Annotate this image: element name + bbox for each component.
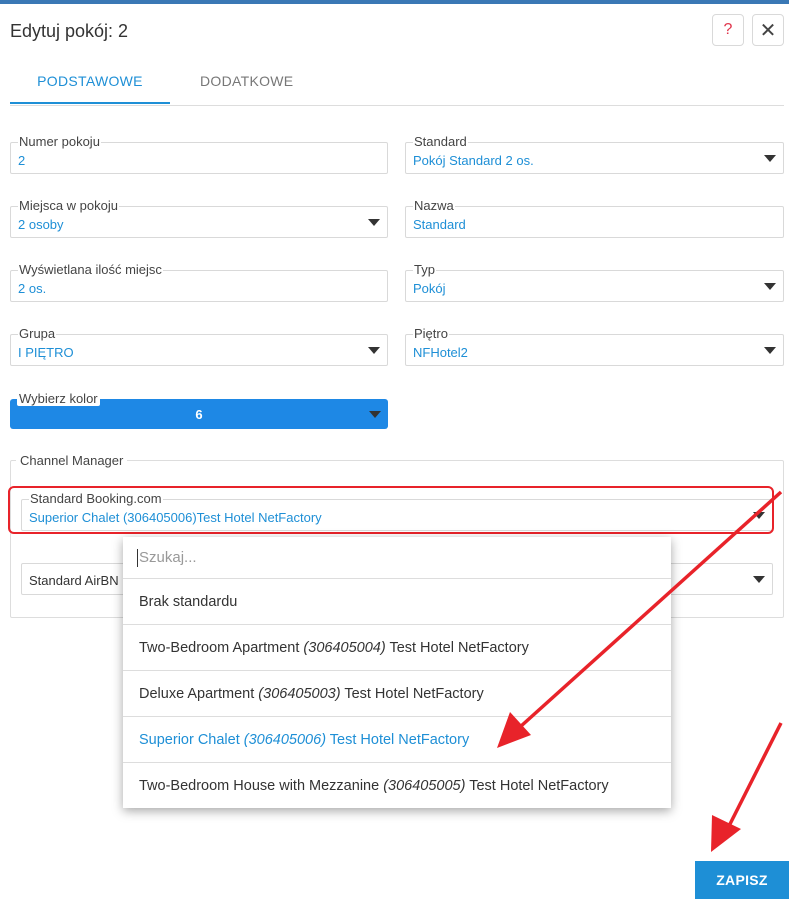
caret-down-icon xyxy=(753,576,765,583)
text-cursor xyxy=(137,549,138,567)
help-button[interactable]: ? xyxy=(712,14,744,46)
places-select[interactable]: Miejsca w pokoju 2 osoby xyxy=(10,199,388,238)
dropdown-option[interactable]: Two-Bedroom Apartment (306405004) Test H… xyxy=(123,625,671,671)
tab-bar: PODSTAWOWE DODATKOWE xyxy=(10,56,784,106)
type-label: Typ xyxy=(413,262,436,277)
dropdown-option[interactable]: Two-Bedroom House with Mezzanine (306405… xyxy=(123,763,671,808)
channel-manager-title: Channel Manager xyxy=(16,453,128,468)
save-button[interactable]: ZAPISZ xyxy=(695,861,789,899)
name-label: Nazwa xyxy=(413,198,455,213)
group-label: Grupa xyxy=(18,326,57,341)
color-label: Wybierz kolor xyxy=(17,391,100,406)
color-value: 6 xyxy=(195,407,203,422)
search-placeholder: Szukaj... xyxy=(139,549,197,566)
close-icon: ✕ xyxy=(759,19,777,42)
option-name: Deluxe Apartment xyxy=(139,686,259,702)
floor-label: Piętro xyxy=(413,326,449,341)
room-number-label: Numer pokoju xyxy=(18,134,101,149)
option-name: Two-Bedroom Apartment xyxy=(139,640,304,656)
annotation-arrow-line xyxy=(726,722,783,829)
tab-podstawowe[interactable]: PODSTAWOWE xyxy=(10,73,170,89)
option-hotel: Test Hotel NetFactory xyxy=(326,732,470,748)
standard-label: Standard xyxy=(413,134,468,149)
group-value: I PIĘTRO xyxy=(18,345,74,360)
tab-dodatkowe[interactable]: DODATKOWE xyxy=(200,73,293,89)
dropdown-option[interactable]: Deluxe Apartment (306405003) Test Hotel … xyxy=(123,671,671,717)
dropdown-option[interactable]: Brak standardu xyxy=(123,579,671,625)
name-value: Standard xyxy=(413,217,466,232)
close-button[interactable]: ✕ xyxy=(752,14,784,46)
option-hotel: Test Hotel NetFactory xyxy=(465,778,609,794)
caret-down-icon xyxy=(764,283,776,290)
airbnb-standard-label: Standard AirBN xyxy=(29,573,119,588)
option-name: Superior Chalet xyxy=(139,732,244,748)
group-select[interactable]: Grupa I PIĘTRO xyxy=(10,327,388,366)
dialog-title: Edytuj pokój: 2 xyxy=(10,21,129,41)
option-id: (306405004) xyxy=(303,640,386,656)
option-hotel: Test Hotel NetFactory xyxy=(340,686,484,702)
caret-down-icon xyxy=(369,411,381,418)
dropdown-search-input[interactable]: Szukaj... xyxy=(123,537,671,579)
help-icon: ? xyxy=(723,21,733,38)
color-select[interactable]: Wybierz kolor 6 xyxy=(10,392,388,429)
dialog-header: Edytuj pokój: 2 ? ✕ xyxy=(0,4,789,56)
option-name: Two-Bedroom House with Mezzanine xyxy=(139,778,384,794)
option-name: Brak standardu xyxy=(139,594,238,610)
option-id: (306405005) xyxy=(383,778,466,794)
highlight-box xyxy=(8,486,774,534)
displayed-places-value: 2 os. xyxy=(18,281,47,296)
caret-down-icon xyxy=(764,347,776,354)
type-select[interactable]: Typ Pokój xyxy=(405,263,784,302)
type-value: Pokój xyxy=(413,281,446,296)
room-number-field[interactable]: Numer pokoju 2 xyxy=(10,135,388,174)
caret-down-icon xyxy=(764,155,776,162)
option-id: (306405003) xyxy=(258,686,341,702)
dropdown-option-selected[interactable]: Superior Chalet (306405006) Test Hotel N… xyxy=(123,717,671,763)
floor-select[interactable]: Piętro NFHotel2 xyxy=(405,327,784,366)
room-number-value: 2 xyxy=(18,153,26,168)
active-tab-indicator xyxy=(10,102,170,104)
option-hotel: Test Hotel NetFactory xyxy=(385,640,529,656)
caret-down-icon xyxy=(368,347,380,354)
caret-down-icon xyxy=(368,219,380,226)
standard-value: Pokój Standard 2 os. xyxy=(413,153,534,168)
displayed-places-field[interactable]: Wyświetlana ilość miejsc 2 os. xyxy=(10,263,388,302)
booking-standard-dropdown: Szukaj... Brak standardu Two-Bedroom Apa… xyxy=(123,537,671,808)
annotation-arrowhead xyxy=(711,815,741,852)
option-id: (306405006) xyxy=(243,732,327,748)
standard-select[interactable]: Standard Pokój Standard 2 os. xyxy=(405,135,784,174)
places-value: 2 osoby xyxy=(18,217,64,232)
floor-value: NFHotel2 xyxy=(413,345,468,360)
displayed-places-label: Wyświetlana ilość miejsc xyxy=(18,262,163,277)
name-field[interactable]: Nazwa Standard xyxy=(405,199,784,238)
places-label: Miejsca w pokoju xyxy=(18,198,119,213)
